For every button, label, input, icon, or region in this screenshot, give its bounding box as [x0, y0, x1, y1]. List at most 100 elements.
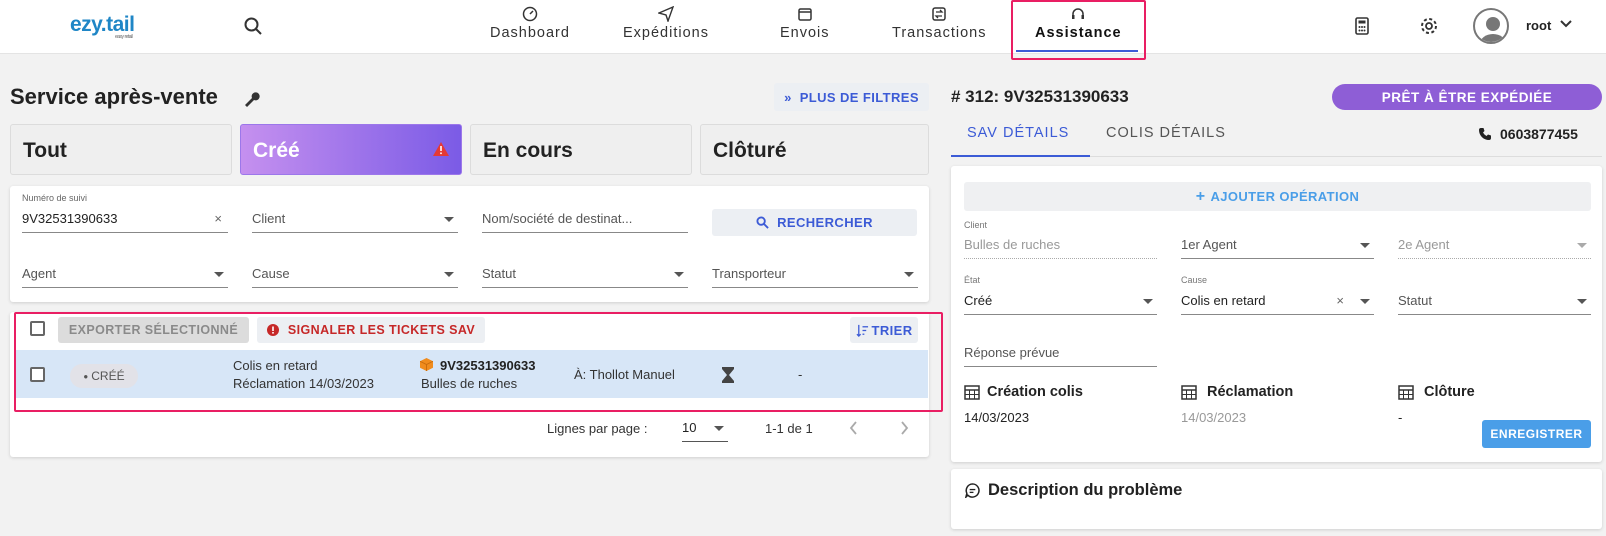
- page-title: Service après-vente: [10, 84, 218, 109]
- rows-per-page-label: Lignes par page :: [547, 421, 648, 436]
- nav-item-envois[interactable]: Envois: [780, 6, 830, 48]
- caret-down-icon: [674, 272, 684, 277]
- phone-icon: [1479, 128, 1491, 140]
- wrench-icon: [245, 92, 260, 107]
- avatar[interactable]: [1473, 8, 1509, 44]
- state-select[interactable]: Créé: [964, 287, 1157, 315]
- caret-down-icon: [1143, 299, 1153, 304]
- prev-page-icon[interactable]: [848, 421, 860, 435]
- calculator-icon[interactable]: [1352, 16, 1372, 36]
- carrier-select[interactable]: Transporteur: [712, 260, 918, 288]
- client-value: Bulles de ruches: [964, 237, 1061, 252]
- nav-item-transactions[interactable]: Transactions: [892, 6, 986, 48]
- pagination-range: 1-1 de 1: [765, 421, 813, 436]
- comment-icon: [965, 483, 980, 498]
- caret-down-icon: [214, 272, 224, 277]
- agent1-select[interactable]: 1er Agent: [1181, 231, 1374, 259]
- agent2-placeholder: 2e Agent: [1398, 237, 1450, 252]
- caret-down-icon: [1360, 243, 1370, 248]
- plus-icon: +: [1195, 187, 1206, 205]
- caret-down-icon: [1360, 299, 1370, 304]
- description-title: Description du problème: [988, 481, 1183, 499]
- caret-down-icon: [1577, 299, 1587, 304]
- brand-sub: easy retail: [115, 34, 133, 40]
- shipment-status-badge: PRÊT À ÊTRE EXPÉDIÉE: [1332, 84, 1602, 110]
- state-label: État: [964, 275, 981, 285]
- tracking-value: 9V32531390633: [22, 211, 118, 226]
- expected-response-placeholder: Réponse prévue: [964, 345, 1060, 360]
- status-select-detail[interactable]: Statut: [1398, 287, 1591, 315]
- status-placeholder: Statut: [482, 266, 516, 281]
- client-select[interactable]: Client: [252, 205, 458, 233]
- tracking-label: Numéro de suivi: [22, 193, 88, 203]
- caret-down-icon: [714, 426, 724, 431]
- ticket-title: # 312: 9V32531390633: [951, 87, 1129, 106]
- brand-logo[interactable]: ezy.tail easy retail: [70, 13, 135, 40]
- expected-response-input[interactable]: Réponse prévue: [964, 339, 1157, 367]
- cause-select[interactable]: Cause: [252, 260, 458, 288]
- user-icon: [1480, 17, 1506, 42]
- tab-cloture[interactable]: Clôturé: [700, 124, 929, 175]
- add-operation-button[interactable]: + AJOUTER OPÉRATION: [964, 182, 1591, 211]
- recipient-input[interactable]: Nom/société de destinat...: [482, 205, 688, 233]
- cause-select-detail[interactable]: Colis en retard ×: [1181, 287, 1374, 315]
- nav-label: Transactions: [892, 25, 987, 41]
- agent-select[interactable]: Agent: [22, 260, 228, 288]
- calendar-icon: [1398, 385, 1414, 400]
- calendar-icon: [1181, 385, 1197, 400]
- nav-label: Dashboard: [490, 25, 570, 41]
- top-navbar: ezy.tail easy retail Dashboard Expédition…: [0, 0, 1606, 60]
- search-button[interactable]: RECHERCHER: [712, 209, 917, 236]
- calendar-icon: [964, 385, 980, 400]
- highlight-table: [14, 312, 943, 412]
- nav-item-expeditions[interactable]: Expéditions: [623, 6, 709, 48]
- claim-date: 14/03/2023: [1181, 410, 1247, 425]
- closure-date: -: [1398, 410, 1403, 425]
- closure-title: Clôture: [1424, 384, 1475, 400]
- agent2-select: 2e Agent: [1398, 231, 1591, 259]
- search-icon[interactable]: [243, 16, 263, 36]
- rows-per-page-select[interactable]: 10: [682, 414, 728, 442]
- phone-number: 0603877455: [1500, 126, 1578, 142]
- rows-per-page-value: 10: [682, 420, 697, 435]
- tracking-field[interactable]: Numéro de suivi 9V32531390633 ×: [22, 193, 228, 233]
- more-filters-button[interactable]: » PLUS DE FILTRES: [774, 83, 929, 111]
- nav-item-dashboard[interactable]: Dashboard: [490, 6, 570, 48]
- nav-label: Expéditions: [623, 25, 709, 41]
- caret-down-icon: [1577, 243, 1587, 248]
- tab-colis-details[interactable]: COLIS DÉTAILS: [1106, 125, 1226, 141]
- carrier-placeholder: Transporteur: [712, 266, 786, 281]
- tab-sav-details[interactable]: SAV DÉTAILS: [967, 125, 1069, 141]
- client-label: Client: [964, 220, 988, 230]
- highlight-assistance: [1011, 0, 1146, 60]
- tab-en-cours[interactable]: En cours: [470, 124, 692, 175]
- cause-value: Colis en retard: [1181, 293, 1266, 308]
- gear-icon[interactable]: [1419, 16, 1439, 36]
- tab-tout[interactable]: Tout: [10, 124, 232, 175]
- caret-down-icon: [444, 217, 454, 222]
- tab-cree[interactable]: Créé: [240, 124, 462, 175]
- clear-icon[interactable]: ×: [1336, 293, 1344, 308]
- dashboard-gauge-icon: [522, 6, 538, 22]
- username[interactable]: root: [1526, 18, 1551, 33]
- client-placeholder: Client: [252, 211, 286, 226]
- claim-title: Réclamation: [1207, 384, 1294, 400]
- recipient-placeholder: Nom/société de destinat...: [482, 211, 633, 226]
- creation-date: 14/03/2023: [964, 410, 1030, 425]
- agent-placeholder: Agent: [22, 266, 56, 281]
- state-value: Créé: [964, 293, 993, 308]
- status-placeholder: Statut: [1398, 293, 1432, 308]
- client-field: Bulles de ruches: [964, 231, 1157, 259]
- search-icon: [756, 216, 769, 229]
- caret-down-icon: [904, 272, 914, 277]
- tab-active-underline: [951, 155, 1090, 157]
- send-icon: [657, 6, 674, 22]
- next-page-icon[interactable]: [898, 421, 910, 435]
- clear-icon[interactable]: ×: [214, 211, 222, 226]
- cause-placeholder: Cause: [252, 266, 290, 281]
- cause-label: Cause: [1181, 275, 1208, 285]
- agent1-placeholder: 1er Agent: [1181, 237, 1237, 252]
- chevron-down-icon[interactable]: [1558, 16, 1574, 32]
- status-select[interactable]: Statut: [482, 260, 688, 288]
- save-button[interactable]: ENREGISTRER: [1482, 420, 1591, 448]
